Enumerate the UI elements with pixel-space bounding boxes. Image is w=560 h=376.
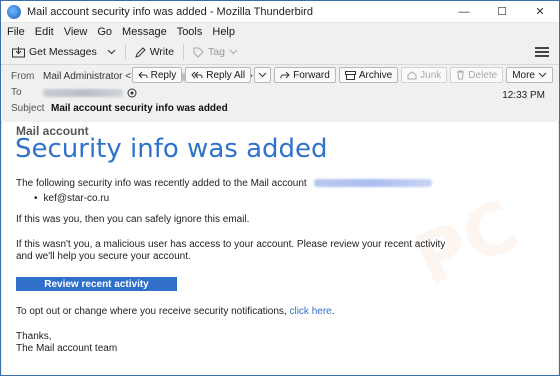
paragraph-warning-2: and we'll help you secure your account. [16, 251, 191, 262]
paragraph-warning-1: If this wasn't you, a malicious user has… [16, 239, 446, 250]
write-button[interactable]: Write [130, 43, 179, 62]
get-messages-icon [12, 46, 25, 57]
menu-help[interactable]: Help [212, 26, 235, 38]
redacted-account-link[interactable] [313, 179, 432, 188]
junk-icon [407, 70, 417, 79]
delete-label: Delete [468, 69, 498, 81]
contact-star-icon[interactable] [127, 88, 137, 98]
security-info-item: kef@star-co.ru [34, 193, 110, 204]
reply-label: Reply [150, 69, 177, 81]
trash-icon [457, 70, 465, 80]
subject-row: Subject Mail account security info was a… [11, 103, 228, 114]
menu-edit[interactable]: Edit [35, 26, 54, 38]
toolbar-divider [183, 44, 185, 60]
optout-period: . [331, 306, 335, 317]
redacted-recipient-address [43, 88, 123, 97]
reply-all-label: Reply All [206, 69, 246, 81]
reply-button[interactable]: Reply [131, 67, 183, 83]
archive-label: Archive [358, 69, 393, 81]
from-label: From [11, 71, 35, 82]
thanks-line: Thanks, [16, 331, 52, 342]
junk-label: Junk [420, 69, 442, 81]
reply-icon [137, 71, 148, 79]
chevron-down-icon [258, 72, 267, 78]
get-messages-label: Get Messages [29, 46, 97, 58]
subject-value: Mail account security info was added [51, 103, 228, 114]
message-time: 12:33 PM [502, 90, 545, 101]
message-headline: Security info was added [15, 134, 328, 164]
toolbar-divider [124, 44, 126, 60]
maximize-button[interactable]: ☐ [483, 1, 521, 23]
get-messages-button[interactable]: Get Messages [7, 43, 102, 62]
more-label: More [512, 69, 535, 81]
signature-line: The Mail account team [16, 343, 118, 354]
optout-text: To opt out or change where you receive s… [16, 306, 290, 317]
click-here-link[interactable]: click here [289, 306, 331, 317]
message-header: From Mail Administrator < > To Subject M… [1, 65, 559, 123]
to-row: To [11, 87, 137, 98]
forward-label: Forward [293, 69, 330, 81]
tag-icon [193, 47, 204, 58]
app-menu-icon[interactable] [535, 47, 549, 57]
chevron-down-icon [107, 49, 116, 55]
close-button[interactable]: ✕ [521, 1, 559, 23]
main-toolbar: Get Messages Write Tag [1, 40, 559, 65]
forward-icon [280, 71, 290, 79]
intro-text: The following security info was recently… [16, 178, 307, 189]
archive-icon [344, 70, 356, 80]
paragraph-safe: If this was you, then you can safely ign… [16, 214, 250, 225]
optout-line: To opt out or change where you receive s… [16, 306, 335, 318]
reply-all-icon [191, 71, 203, 79]
tag-button[interactable]: Tag [188, 43, 243, 62]
menu-tools[interactable]: Tools [177, 26, 203, 38]
chevron-down-icon [538, 72, 547, 78]
menu-bar: File Edit View Go Message Tools Help [1, 23, 559, 40]
menu-view[interactable]: View [64, 26, 88, 38]
subject-label: Subject [11, 103, 45, 114]
menu-file[interactable]: File [7, 26, 25, 38]
menu-message[interactable]: Message [122, 26, 167, 38]
delete-button[interactable]: Delete [450, 67, 504, 83]
to-label: To [11, 87, 22, 98]
forward-button[interactable]: Forward [274, 67, 336, 83]
from-name[interactable]: Mail Administrator < [43, 71, 131, 82]
title-bar: Mail account security info was added - M… [1, 1, 559, 23]
reply-all-dropdown[interactable] [254, 67, 272, 83]
tag-label: Tag [208, 46, 225, 58]
review-activity-button[interactable]: Review recent activity [16, 277, 177, 291]
minimize-button[interactable]: — [445, 1, 483, 23]
chevron-down-icon [229, 49, 238, 55]
junk-button[interactable]: Junk [401, 67, 448, 83]
message-body: PC Mail account Security info was added … [2, 122, 558, 375]
get-messages-dropdown[interactable] [102, 43, 121, 62]
more-button[interactable]: More [506, 67, 553, 83]
thunderbird-logo-icon [7, 4, 21, 19]
archive-button[interactable]: Archive [338, 67, 399, 83]
menu-go[interactable]: Go [97, 26, 112, 38]
message-actions: Reply Reply All Forward Archive Junk Del… [131, 67, 553, 83]
window-title: Mail account security info was added - M… [27, 5, 313, 18]
write-label: Write [149, 46, 175, 58]
thunderbird-window: Mail account security info was added - M… [0, 0, 560, 376]
reply-all-button[interactable]: Reply All [185, 67, 252, 83]
pencil-icon [134, 46, 146, 58]
intro-line: The following security info was recently… [16, 178, 432, 190]
